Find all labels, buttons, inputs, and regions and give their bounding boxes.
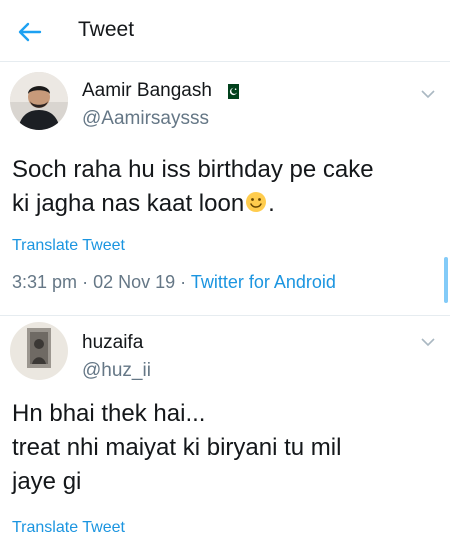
chevron-down-icon[interactable] [420, 334, 436, 347]
pakistan-flag-icon [224, 83, 240, 99]
page-title: Tweet [78, 18, 135, 41]
tweet-text-line2: ki jagha nas kaat loon [12, 190, 245, 217]
tweet-text: Hn bhai thek hai... treat nhi maiyat ki … [12, 400, 342, 495]
author-info: huzaifa @huz_ii [82, 332, 151, 382]
tweet-main: Aamir Bangash @Aamirsaysss Soch raha hu … [0, 62, 450, 316]
translate-tweet-link[interactable]: Translate Tweet [12, 519, 125, 537]
tweet-source-link[interactable]: Twitter for Android [191, 272, 336, 292]
user-handle[interactable]: @huz_ii [82, 360, 151, 382]
scrollbar[interactable] [444, 257, 448, 303]
back-arrow-icon[interactable] [16, 18, 44, 46]
smiling-face-emoji-icon [245, 189, 267, 212]
avatar[interactable] [10, 322, 68, 380]
avatar[interactable] [10, 72, 68, 130]
tweet-text-line1: Soch raha hu iss birthday pe cake [12, 156, 374, 183]
tweet-text-period: . [268, 190, 275, 217]
user-handle[interactable]: @Aamirsaysss [82, 108, 239, 130]
tweet-date: 02 Nov 19 [93, 272, 176, 292]
top-bar: Tweet [0, 0, 450, 62]
display-name[interactable]: Aamir Bangash [82, 80, 212, 102]
tweet-text: Soch raha hu iss birthday pe cake ki jagh… [12, 153, 432, 221]
tweet-metadata: 3:31 pm · 02 Nov 19 · Twitter for Androi… [12, 272, 336, 293]
translate-tweet-link[interactable]: Translate Tweet [12, 237, 125, 255]
tweet-time: 3:31 pm [12, 272, 78, 292]
tweet-reply: huzaifa @huz_ii Hn bhai thek hai... trea… [0, 316, 450, 551]
chevron-down-icon[interactable] [420, 86, 436, 99]
author-info: Aamir Bangash @Aamirsaysss [82, 80, 240, 130]
separator: · [82, 272, 89, 292]
separator: · [180, 272, 187, 292]
display-name[interactable]: huzaifa [82, 332, 143, 354]
